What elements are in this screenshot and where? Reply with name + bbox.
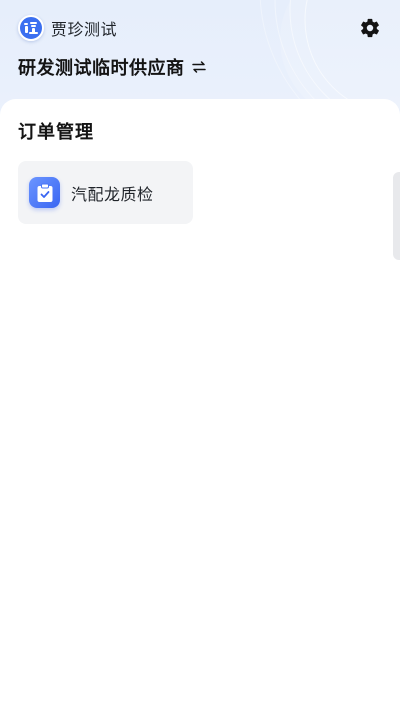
settings-button[interactable]: [358, 16, 382, 40]
app-tile-qipeilong-inspection[interactable]: 汽配龙质检: [18, 161, 193, 224]
content-card: 订单管理 汽配龙质检: [0, 99, 400, 711]
organization-switcher[interactable]: 研发测试临时供应商: [18, 53, 207, 81]
organization-name: 研发测试临时供应商: [18, 58, 185, 79]
avatar[interactable]: [18, 15, 44, 41]
app-label: 汽配龙质检: [71, 184, 154, 204]
floating-edge-handle[interactable]: [393, 172, 400, 260]
clipboard-check-icon: [37, 183, 52, 202]
user-logo-icon: [24, 22, 38, 34]
username: 贾珍测试: [51, 20, 118, 39]
app-icon: [29, 177, 60, 208]
gear-icon: [361, 18, 379, 38]
user-row: 贾珍测试: [18, 14, 117, 42]
app-screen: 贾珍测试 研发测试临时供应商 订单管理 汽配龙质检: [0, 0, 400, 711]
switch-arrows-icon: [191, 59, 207, 75]
section-title-orders: 订单管理: [18, 122, 94, 143]
